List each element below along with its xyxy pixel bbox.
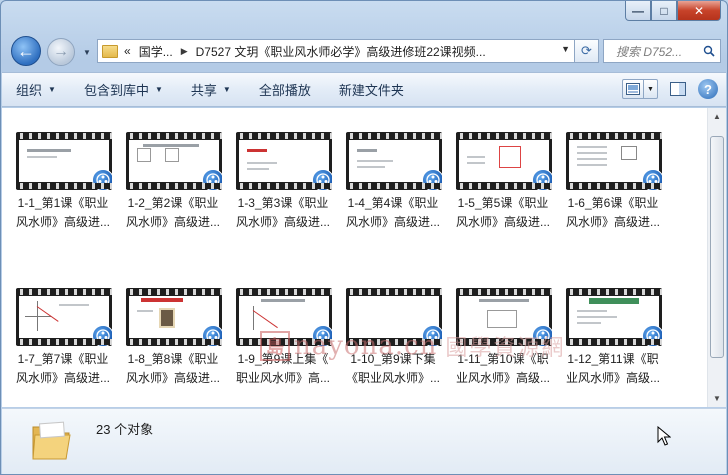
video-thumbnail [346,132,442,190]
vertical-scrollbar[interactable]: ▲ ▼ [707,108,726,407]
media-player-icon [422,169,442,190]
file-list[interactable]: 1-1_第1课《职业 风水师》高级进... 1-2_第2课《职业 风水师》高级进..… [2,108,707,407]
video-thumbnail [566,288,662,346]
video-thumbnail [16,288,112,346]
folder-icon [102,44,118,58]
chevron-down-icon: ▼ [83,47,91,57]
file-name: 1-4_第4课《职业 风水师》高级进... [345,196,440,229]
arrow-left-icon: ← [17,40,35,61]
media-player-icon [532,169,552,190]
file-name: 1-10_第9课下集 《职业风水师》... [345,352,440,385]
address-dropdown-icon[interactable]: ▼ [561,44,570,54]
video-thumbnail [346,288,442,346]
command-bar: 组织 ▼ 包含到库中 ▼ 共享 ▼ 全部播放 新建文件夹 ▼ ? [2,72,726,107]
include-in-library-label: 包含到库中 [83,83,149,98]
file-name: 1-12_第11课《职 业风水师》高级... [565,352,660,385]
folder-icon [32,421,71,460]
media-player-icon [642,169,662,190]
media-player-icon [202,169,222,190]
video-thumbnail [16,132,112,190]
scroll-up-icon[interactable]: ▲ [708,108,726,125]
video-thumbnail [566,132,662,190]
share-menu[interactable]: 共享 ▼ [177,80,245,99]
refresh-button[interactable]: ⟳ [575,39,599,63]
video-thumbnail [126,132,222,190]
media-player-icon [202,325,222,346]
media-player-icon [532,325,552,346]
scrollbar-thumb[interactable] [710,136,724,358]
mouse-cursor-icon [657,426,671,446]
refresh-icon: ⟳ [581,43,592,58]
scroll-down-icon[interactable]: ▼ [708,390,726,407]
minimize-button[interactable]: — [625,1,651,21]
search-placeholder: 搜索 D752... [616,44,683,59]
forward-button[interactable]: → [47,38,75,66]
breadcrumb-item[interactable]: 国学... [139,43,173,60]
file-name: 1-9_第9课上集《 职业风水师》高... [235,352,330,385]
item-count: 23 个对象 [96,422,154,437]
explorer-window: — □ ✕ ← → ▼ « 国学... ▶ D7527 文玥《职业风水师必学》高… [0,0,728,475]
file-name: 1-5_第5课《职业 风水师》高级进... [455,196,550,229]
view-options-dropdown[interactable]: ▼ [644,79,658,99]
video-thumbnail [236,132,332,190]
view-icon [626,83,640,95]
maximize-button[interactable]: □ [651,1,677,21]
preview-pane-button[interactable] [668,79,688,99]
video-thumbnail [456,132,552,190]
file-name: 1-11_第10课《职 业风水师》高级... [455,352,550,385]
search-input[interactable]: 搜索 D752... [603,39,721,63]
dropdown-arrow-icon: ▼ [222,85,231,94]
media-player-icon [312,325,332,346]
organize-label: 组织 [16,83,43,98]
media-player-icon [92,325,112,346]
play-all-button[interactable]: 全部播放 [245,80,325,99]
file-name: 1-2_第2课《职业 风水师》高级进... [125,196,220,229]
video-thumbnail [236,288,332,346]
change-view-button[interactable] [622,79,644,99]
file-name: 1-6_第6课《职业 风水师》高级进... [565,196,660,229]
breadcrumb-overflow[interactable]: « [124,44,131,58]
address-bar[interactable]: « 国学... ▶ D7527 文玥《职业风水师必学》高级进修班22课视频...… [97,39,575,63]
arrow-right-icon: → [53,43,69,60]
share-label: 共享 [190,83,217,98]
dropdown-arrow-icon: ▼ [154,85,163,94]
new-folder-button[interactable]: 新建文件夹 [325,80,418,99]
search-icon [703,45,715,57]
file-name: 1-7_第7课《职业 风水师》高级进... [15,352,110,385]
media-player-icon [92,169,112,190]
new-folder-label: 新建文件夹 [338,83,404,98]
include-in-library-menu[interactable]: 包含到库中 ▼ [70,80,177,99]
breadcrumb-current[interactable]: D7527 文玥《职业风水师必学》高级进修班22课视频... [196,43,486,60]
dropdown-arrow-icon: ▼ [48,85,56,94]
recent-pages-dropdown[interactable]: ▼ [81,45,93,59]
back-button[interactable]: ← [11,36,41,66]
details-pane: 23 个对象 [2,408,726,474]
media-player-icon [422,325,442,346]
play-all-label: 全部播放 [258,83,311,98]
media-player-icon [642,325,662,346]
chevron-down-icon: ▼ [647,85,654,93]
file-name: 1-3_第3课《职业 风水师》高级进... [235,196,330,229]
help-button[interactable]: ? [698,79,718,99]
organize-menu[interactable]: 组织 ▼ [2,80,70,99]
video-thumbnail [456,288,552,346]
file-name: 1-8_第8课《职业 风水师》高级进... [125,352,220,385]
caption-buttons: — □ ✕ [625,1,721,21]
media-player-icon [312,169,332,190]
preview-pane-icon [670,82,686,96]
video-thumbnail [126,288,222,346]
file-name: 1-1_第1课《职业 风水师》高级进... [15,196,110,229]
breadcrumb-chevron-icon[interactable]: ▶ [181,46,188,57]
help-icon: ? [704,81,712,97]
close-button[interactable]: ✕ [677,1,721,21]
